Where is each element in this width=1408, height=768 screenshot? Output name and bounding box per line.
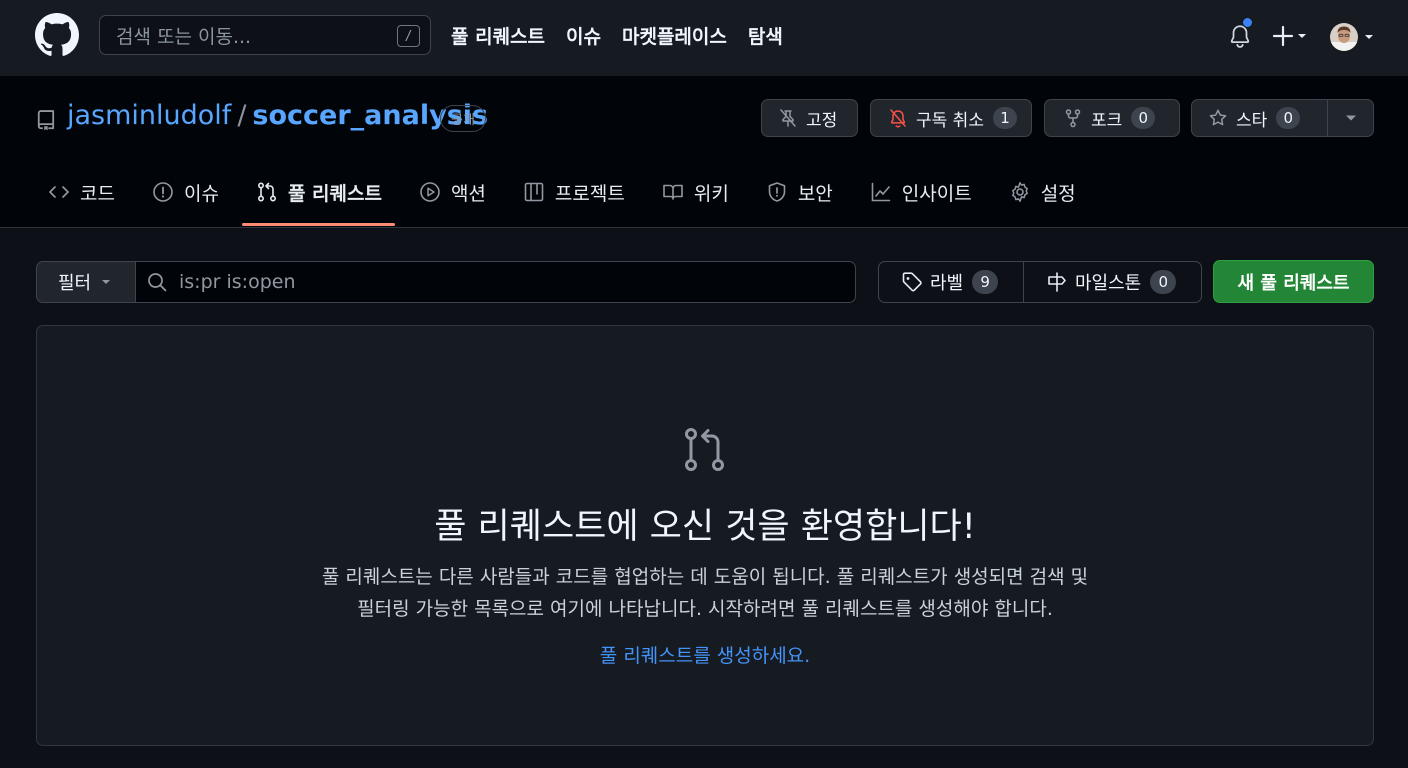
tab-issues[interactable]: 이슈 bbox=[150, 172, 219, 212]
pin-button[interactable]: 고정 bbox=[761, 99, 858, 137]
star-count: 0 bbox=[1276, 107, 1301, 129]
search-placeholder: 검색 또는 이동... bbox=[116, 25, 252, 48]
plus-icon bbox=[1272, 25, 1294, 47]
fork-button[interactable]: 포크 0 bbox=[1044, 99, 1180, 137]
unwatch-button[interactable]: 구독 취소 1 bbox=[870, 99, 1032, 137]
tab-projects-label: 프로젝트 bbox=[554, 182, 625, 205]
star-button[interactable]: 스타 0 bbox=[1191, 99, 1374, 137]
pull-request-icon bbox=[257, 182, 276, 202]
chevron-down-icon bbox=[1298, 34, 1306, 38]
milestone-icon bbox=[1048, 272, 1066, 292]
global-search-input[interactable]: 검색 또는 이동... / bbox=[99, 15, 431, 55]
top-nav-issues[interactable]: 이슈 bbox=[566, 22, 601, 49]
chevron-down-icon bbox=[102, 280, 111, 284]
tab-wiki-label: 위키 bbox=[693, 182, 729, 205]
tab-pull-requests-label: 풀 리퀘스트 bbox=[287, 182, 382, 205]
star-list-dropdown[interactable] bbox=[1327, 100, 1373, 136]
tab-settings-label: 설정 bbox=[1040, 182, 1076, 205]
top-nav-explore[interactable]: 탐색 bbox=[748, 22, 783, 49]
tab-wiki[interactable]: 위키 bbox=[660, 172, 729, 212]
issue-icon bbox=[153, 182, 173, 202]
milestones-label: 마일스톤 bbox=[1075, 273, 1142, 294]
tab-actions-label: 액션 bbox=[450, 182, 486, 205]
pull-request-icon bbox=[685, 428, 724, 471]
shield-icon bbox=[768, 182, 786, 202]
top-nav-marketplace[interactable]: 마켓플레이스 bbox=[622, 22, 727, 49]
blankslate-title: 풀 리퀘스트에 오신 것을 환영합니다! bbox=[434, 507, 976, 547]
bell-slash-icon bbox=[890, 109, 906, 128]
gear-icon bbox=[1011, 182, 1028, 202]
repo-icon bbox=[37, 110, 55, 131]
table-icon bbox=[524, 182, 544, 202]
milestones-button[interactable]: 마일스톤 0 bbox=[1024, 262, 1177, 302]
tab-code-label: 코드 bbox=[80, 182, 115, 205]
pin-slash-icon bbox=[780, 109, 796, 127]
tab-security[interactable]: 보안 bbox=[764, 172, 833, 212]
unwatch-label: 구독 취소 bbox=[916, 110, 984, 131]
create-new-dropdown[interactable] bbox=[1272, 23, 1312, 49]
labels-label: 라벨 bbox=[930, 273, 964, 294]
tab-security-label: 보안 bbox=[797, 182, 833, 205]
breadcrumb-separator: / bbox=[237, 100, 247, 131]
tab-issues-label: 이슈 bbox=[183, 182, 219, 205]
chevron-down-icon bbox=[1365, 35, 1373, 39]
graph-icon bbox=[871, 182, 891, 202]
fork-icon bbox=[1065, 109, 1081, 128]
labels-button[interactable]: 라벨 9 bbox=[879, 262, 1024, 302]
pin-label: 고정 bbox=[806, 110, 838, 131]
visibility-badge: 공개 bbox=[440, 105, 486, 132]
tab-code[interactable]: 코드 bbox=[46, 172, 115, 212]
filter-dropdown-button[interactable]: 필터 bbox=[36, 261, 136, 303]
tab-actions[interactable]: 액션 bbox=[417, 172, 486, 212]
top-nav-pull-requests[interactable]: 풀 리퀘스트 bbox=[451, 22, 545, 49]
play-icon bbox=[420, 182, 440, 202]
labels-count: 9 bbox=[972, 270, 999, 294]
tab-projects[interactable]: 프로젝트 bbox=[521, 172, 625, 212]
create-pull-request-link[interactable]: 풀 리퀘스트를 생성하세요. bbox=[36, 641, 1374, 668]
blankslate-description-line: 풀 리퀘스트는 다른 사람들과 코드를 협업하는 데 도움이 됩니다. 풀 리퀘… bbox=[321, 566, 1089, 588]
star-label: 스타 bbox=[1236, 110, 1268, 131]
top-nav: 풀 리퀘스트 이슈 마켓플레이스 탐색 bbox=[451, 22, 783, 49]
avatar bbox=[1330, 23, 1358, 51]
global-header: 검색 또는 이동... / 풀 리퀘스트 이슈 마켓플레이스 탐색 bbox=[0, 0, 1408, 76]
labels-milestones-group: 라벨 9 마일스톤 0 bbox=[878, 261, 1202, 303]
watchers-count: 1 bbox=[992, 107, 1017, 129]
repo-breadcrumb: jasminludolf / soccer_analysis bbox=[67, 100, 488, 131]
pr-search-input[interactable]: is:pr is:open bbox=[135, 261, 856, 303]
repo-tabs: 코드 이슈 풀 리퀘스트 액션 프로젝트 위키 보안 인사이트 설정 bbox=[46, 172, 1111, 212]
new-pull-request-button[interactable]: 새 풀 리퀘스트 bbox=[1213, 260, 1374, 303]
fork-label: 포크 bbox=[1091, 110, 1123, 131]
blankslate-description: 풀 리퀘스트는 다른 사람들과 코드를 협업하는 데 도움이 됩니다. 풀 리퀘… bbox=[246, 561, 1164, 625]
pr-search-query: is:pr is:open bbox=[179, 271, 296, 293]
tab-insights-label: 인사이트 bbox=[901, 182, 972, 205]
github-logo-icon[interactable] bbox=[35, 13, 79, 57]
code-icon bbox=[49, 186, 69, 198]
tab-settings[interactable]: 설정 bbox=[1007, 172, 1076, 212]
notification-dot bbox=[1242, 17, 1253, 28]
repo-owner-link[interactable]: jasminludolf bbox=[67, 100, 231, 131]
chevron-down-icon bbox=[1345, 115, 1356, 121]
tab-pull-requests[interactable]: 풀 리퀘스트 bbox=[254, 172, 382, 212]
tab-insights[interactable]: 인사이트 bbox=[868, 172, 972, 212]
tag-icon bbox=[902, 272, 922, 292]
blankslate-description-line: 필터링 가능한 목록으로 여기에 나타납니다. 시작하려면 풀 리퀘스트를 생성… bbox=[357, 598, 1053, 620]
active-tab-indicator bbox=[242, 223, 395, 226]
user-menu[interactable] bbox=[1328, 22, 1376, 52]
book-icon bbox=[663, 184, 683, 200]
search-icon bbox=[148, 273, 167, 292]
milestones-count: 0 bbox=[1150, 270, 1177, 294]
fork-count: 0 bbox=[1131, 107, 1156, 129]
star-icon bbox=[1209, 109, 1227, 126]
search-shortcut-key: / bbox=[397, 25, 420, 47]
filter-label: 필터 bbox=[58, 273, 92, 294]
